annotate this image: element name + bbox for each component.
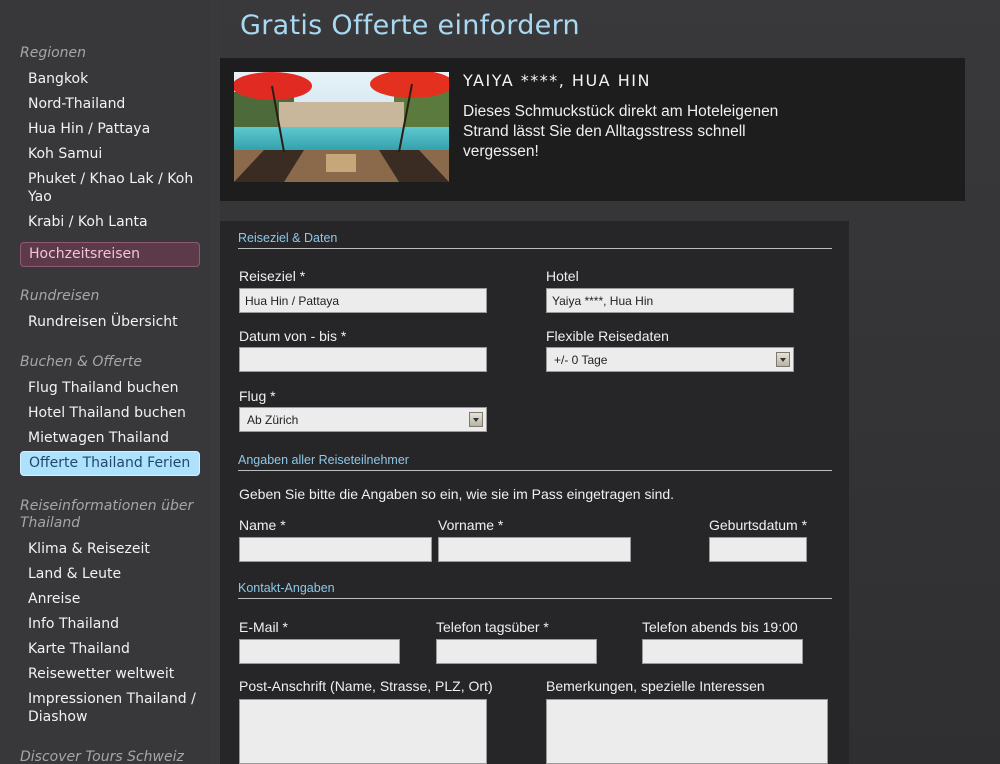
nav-item-mietwagen[interactable]: Mietwagen Thailand xyxy=(28,429,203,447)
chevron-down-icon[interactable] xyxy=(776,352,790,367)
nav-item-karte-thailand[interactable]: Karte Thailand xyxy=(28,640,203,658)
nav-item-flug-buchen[interactable]: Flug Thailand buchen xyxy=(28,379,203,397)
name-input[interactable] xyxy=(239,537,432,562)
bemerkungen-textarea[interactable] xyxy=(546,699,828,764)
hotel-input[interactable]: Yaiya ****, Hua Hin xyxy=(546,288,794,313)
passport-note: Geben Sie bitte die Angaben so ein, wie … xyxy=(239,486,675,502)
nav-item-impressionen[interactable]: Impressionen Thailand / Diashow xyxy=(28,690,206,726)
chevron-down-icon[interactable] xyxy=(469,412,483,427)
label-geburtsdatum: Geburtsdatum * xyxy=(709,517,808,533)
page-title: Gratis Offerte einfordern xyxy=(240,10,580,41)
nav-item-offerte-active[interactable]: Offerte Thailand Ferien xyxy=(20,451,200,476)
nav-item-nord-thailand[interactable]: Nord-Thailand xyxy=(28,95,203,113)
nav-item-reisewetter[interactable]: Reisewetter weltweit xyxy=(28,665,203,683)
nav-item-info-thailand[interactable]: Info Thailand xyxy=(28,615,203,633)
nav-item-rundreisen-uebersicht[interactable]: Rundreisen Übersicht xyxy=(28,313,203,331)
geburtsdatum-input[interactable] xyxy=(709,537,807,562)
nav-item-hotel-buchen[interactable]: Hotel Thailand buchen xyxy=(28,404,203,422)
legend-reiseziel: Reiseziel & Daten xyxy=(238,231,832,249)
flug-select-value: Ab Zürich xyxy=(247,413,299,427)
vorname-input[interactable] xyxy=(438,537,631,562)
section-title-reiseinformationen: Reiseinformationen über Thailand xyxy=(20,498,194,531)
section-title-rundreisen: Rundreisen xyxy=(20,288,100,304)
reiseziel-input[interactable]: Hua Hin / Pattaya xyxy=(239,288,487,313)
label-telefon-abend: Telefon abends bis 19:00 xyxy=(642,619,798,635)
nav-item-bangkok[interactable]: Bangkok xyxy=(28,70,203,88)
nav-item-koh-samui[interactable]: Koh Samui xyxy=(28,145,203,163)
section-title-regionen: Regionen xyxy=(20,45,87,61)
label-reiseziel: Reiseziel * xyxy=(239,268,306,284)
label-vorname: Vorname * xyxy=(438,517,504,533)
nav-item-phuket[interactable]: Phuket / Khao Lak / Koh Yao xyxy=(28,170,198,206)
nav-item-klima[interactable]: Klima & Reisezeit xyxy=(28,540,203,558)
legend-kontakt: Kontakt-Angaben xyxy=(238,581,832,599)
flexible-select-value: +/- 0 Tage xyxy=(554,353,608,367)
label-anschrift: Post-Anschrift (Name, Strasse, PLZ, Ort) xyxy=(239,678,493,694)
label-datum: Datum von - bis * xyxy=(239,328,347,344)
telefon-tag-input[interactable] xyxy=(436,639,597,664)
flug-select[interactable]: Ab Zürich xyxy=(239,407,487,432)
sidebar: Regionen Bangkok Nord-Thailand Hua Hin /… xyxy=(0,0,210,764)
nav-item-hua-hin-pattaya[interactable]: Hua Hin / Pattaya xyxy=(28,120,203,138)
telefon-abend-input[interactable] xyxy=(642,639,803,664)
label-telefon-tag: Telefon tagsüber * xyxy=(436,619,549,635)
hotel-description: Dieses Schmuckstück direkt am Hoteleigen… xyxy=(463,103,779,160)
label-flexible: Flexible Reisedaten xyxy=(546,328,669,344)
label-name: Name * xyxy=(239,517,286,533)
hotel-image xyxy=(234,72,449,182)
label-bemerkungen: Bemerkungen, spezielle Interessen xyxy=(546,678,765,694)
email-input[interactable] xyxy=(239,639,400,664)
nav-item-land-leute[interactable]: Land & Leute xyxy=(28,565,203,583)
section-title-buchen: Buchen & Offerte xyxy=(20,354,142,370)
label-flug: Flug * xyxy=(239,388,276,404)
section-title-discover: Discover Tours Schweiz xyxy=(20,749,184,764)
hotel-name: YAIYA ****, HUA HIN xyxy=(463,71,651,90)
hotel-pool-image xyxy=(234,72,449,182)
flexible-select[interactable]: +/- 0 Tage xyxy=(546,347,794,372)
nav-item-krabi[interactable]: Krabi / Koh Lanta xyxy=(28,213,203,231)
label-hotel: Hotel xyxy=(546,268,579,284)
nav-item-hochzeitsreisen[interactable]: Hochzeitsreisen xyxy=(20,242,200,267)
datum-input[interactable] xyxy=(239,347,487,372)
nav-item-anreise[interactable]: Anreise xyxy=(28,590,203,608)
anschrift-textarea[interactable] xyxy=(239,699,487,764)
label-email: E-Mail * xyxy=(239,619,289,635)
legend-teilnehmer: Angaben aller Reiseteilnehmer xyxy=(238,453,832,471)
